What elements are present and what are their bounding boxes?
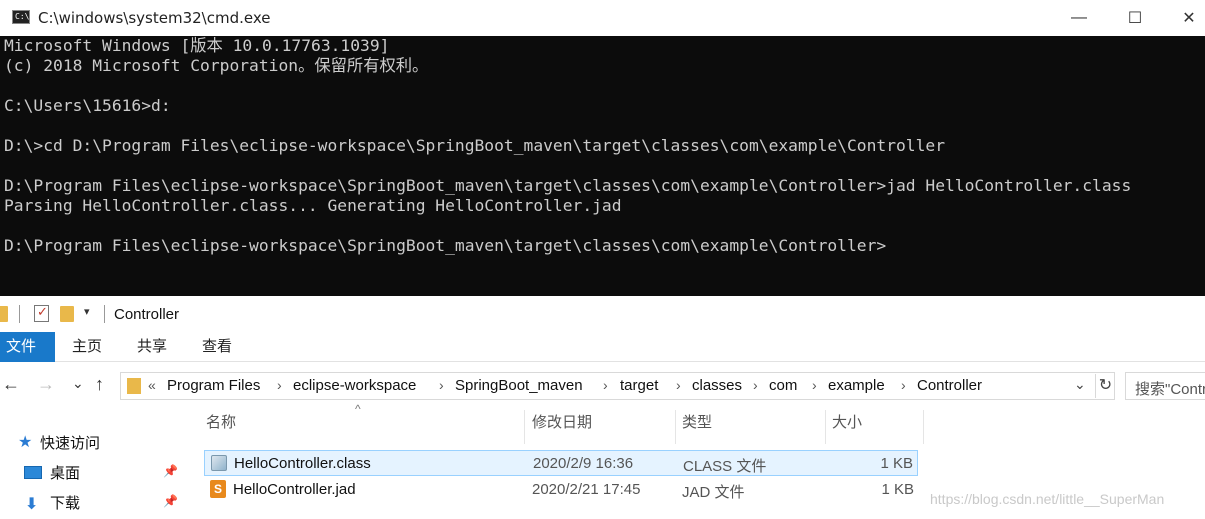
explorer-window-title: Controller <box>114 306 180 323</box>
cmd-app-icon[interactable]: C:\ <box>12 10 30 24</box>
column-header-type[interactable]: 类型 <box>676 410 826 444</box>
breadcrumb-program-files[interactable]: Program Files <box>167 377 260 394</box>
back-arrow-icon[interactable]: ← <box>2 374 20 395</box>
tab-file[interactable]: 文件 <box>0 332 55 362</box>
watermark: https://blog.csdn.net/little__SuperMan <box>930 491 1165 507</box>
breadcrumb-separator-icon: › <box>277 377 282 393</box>
column-header-size[interactable]: 大小 <box>826 410 924 444</box>
file-explorer-window: ✓ ▾ Controller 文件 主页 共享 查看 ← → ⌄ ↑ « Pro… <box>0 296 1205 519</box>
address-dropdown-icon[interactable]: ⌄ <box>1074 376 1086 393</box>
quick-access-toolbar: ✓ ▾ Controller <box>0 296 1205 332</box>
breadcrumb-eclipse-workspace[interactable]: eclipse-workspace <box>293 377 416 394</box>
file-name: HelloController.jad <box>233 481 356 498</box>
console-line: Parsing HelloController.class... Generat… <box>4 196 622 215</box>
download-arrow-icon: ⬇ <box>25 496 39 513</box>
breadcrumb-target[interactable]: target <box>620 377 658 394</box>
cmd-window-title: C:\windows\system32\cmd.exe <box>38 9 271 27</box>
nav-quick-access[interactable]: 快速访问 <box>40 432 100 453</box>
desktop-icon <box>24 466 42 479</box>
breadcrumb-separator-icon: › <box>901 377 906 393</box>
file-size: 1 KB <box>881 481 914 498</box>
toolbar-divider <box>104 305 105 323</box>
tab-view[interactable]: 查看 <box>202 332 232 362</box>
column-header-date-modified[interactable]: 修改日期 <box>526 410 676 444</box>
jad-file-icon: S <box>210 480 226 498</box>
new-folder-icon[interactable] <box>60 306 74 322</box>
console-line: C:\Users\15616>d: <box>4 96 171 115</box>
folder-icon <box>127 378 141 394</box>
breadcrumb-controller[interactable]: Controller <box>917 377 982 394</box>
breadcrumb-separator-icon: › <box>753 377 758 393</box>
breadcrumb-example[interactable]: example <box>828 377 885 394</box>
breadcrumb-separator-icon: › <box>676 377 681 393</box>
file-date-modified: 2020/2/9 16:36 <box>533 455 634 472</box>
toolbar-divider <box>19 305 20 323</box>
customize-toolbar-dropdown[interactable]: ▾ <box>84 305 90 318</box>
minimize-button[interactable]: — <box>1055 0 1103 36</box>
breadcrumb-springboot-maven[interactable]: SpringBoot_maven <box>455 377 583 394</box>
breadcrumb-separator-icon: › <box>439 377 444 393</box>
column-header-name[interactable]: 名称 <box>200 410 525 444</box>
ribbon-tabs: 文件 主页 共享 查看 <box>0 332 1205 362</box>
nav-downloads[interactable]: 下载 <box>50 492 80 513</box>
file-type: CLASS 文件 <box>683 458 767 475</box>
file-size: 1 KB <box>880 455 913 472</box>
pin-icon[interactable]: 📌 <box>163 494 178 508</box>
refresh-icon[interactable]: ↻ <box>1095 374 1115 398</box>
file-row[interactable]: HelloController.class 2020/2/9 16:36 CLA… <box>204 450 918 476</box>
address-row: ← → ⌄ ↑ « Program Files › eclipse-worksp… <box>0 370 1205 402</box>
file-name: HelloController.class <box>234 455 371 472</box>
star-icon: ★ <box>18 434 33 451</box>
nav-desktop[interactable]: 桌面 <box>50 462 80 483</box>
breadcrumb-overflow-icon[interactable]: « <box>148 377 156 393</box>
pin-icon[interactable]: 📌 <box>163 464 178 478</box>
breadcrumb-com[interactable]: com <box>769 377 797 394</box>
breadcrumb-classes[interactable]: classes <box>692 377 742 394</box>
console-line: (c) 2018 Microsoft Corporation。保留所有权利。 <box>4 56 429 75</box>
file-date-modified: 2020/2/21 17:45 <box>532 481 641 498</box>
console-line: D:\>cd D:\Program Files\eclipse-workspac… <box>4 136 946 155</box>
search-input[interactable]: 搜索"Controller" <box>1125 372 1205 400</box>
recent-locations-chevron-icon[interactable]: ⌄ <box>72 375 84 392</box>
breadcrumb-separator-icon: › <box>603 377 608 393</box>
class-file-icon <box>211 455 227 471</box>
tab-share[interactable]: 共享 <box>137 332 167 362</box>
console-line: D:\Program Files\eclipse-workspace\Sprin… <box>4 236 887 255</box>
folder-icon[interactable] <box>0 306 8 322</box>
navigation-pane: ★ 快速访问 桌面 📌 ⬇ 下载 📌 <box>0 402 190 519</box>
console-line: D:\Program Files\eclipse-workspace\Sprin… <box>4 176 1132 195</box>
forward-arrow-icon[interactable]: → <box>37 374 55 395</box>
up-arrow-icon[interactable]: ↑ <box>95 374 104 395</box>
cmd-window: C:\ C:\windows\system32\cmd.exe — ☐ ✕ Mi… <box>0 0 1205 296</box>
maximize-button[interactable]: ☐ <box>1111 0 1159 36</box>
properties-icon[interactable]: ✓ <box>34 304 49 322</box>
cmd-app-icon-text: C:\ <box>15 12 30 21</box>
search-placeholder: 搜索"Controller" <box>1135 381 1205 398</box>
file-row[interactable]: S HelloController.jad 2020/2/21 17:45 JA… <box>204 477 918 503</box>
close-button[interactable]: ✕ <box>1165 0 1205 36</box>
file-type: JAD 文件 <box>682 484 745 501</box>
tab-home[interactable]: 主页 <box>72 332 102 362</box>
address-bar[interactable]: « Program Files › eclipse-workspace › Sp… <box>120 372 1115 400</box>
cmd-console[interactable]: Microsoft Windows [版本 10.0.17763.1039] (… <box>0 36 1205 296</box>
breadcrumb-separator-icon: › <box>812 377 817 393</box>
console-line: Microsoft Windows [版本 10.0.17763.1039] <box>4 36 390 55</box>
cmd-titlebar[interactable]: C:\ C:\windows\system32\cmd.exe — ☐ ✕ <box>0 0 1205 36</box>
